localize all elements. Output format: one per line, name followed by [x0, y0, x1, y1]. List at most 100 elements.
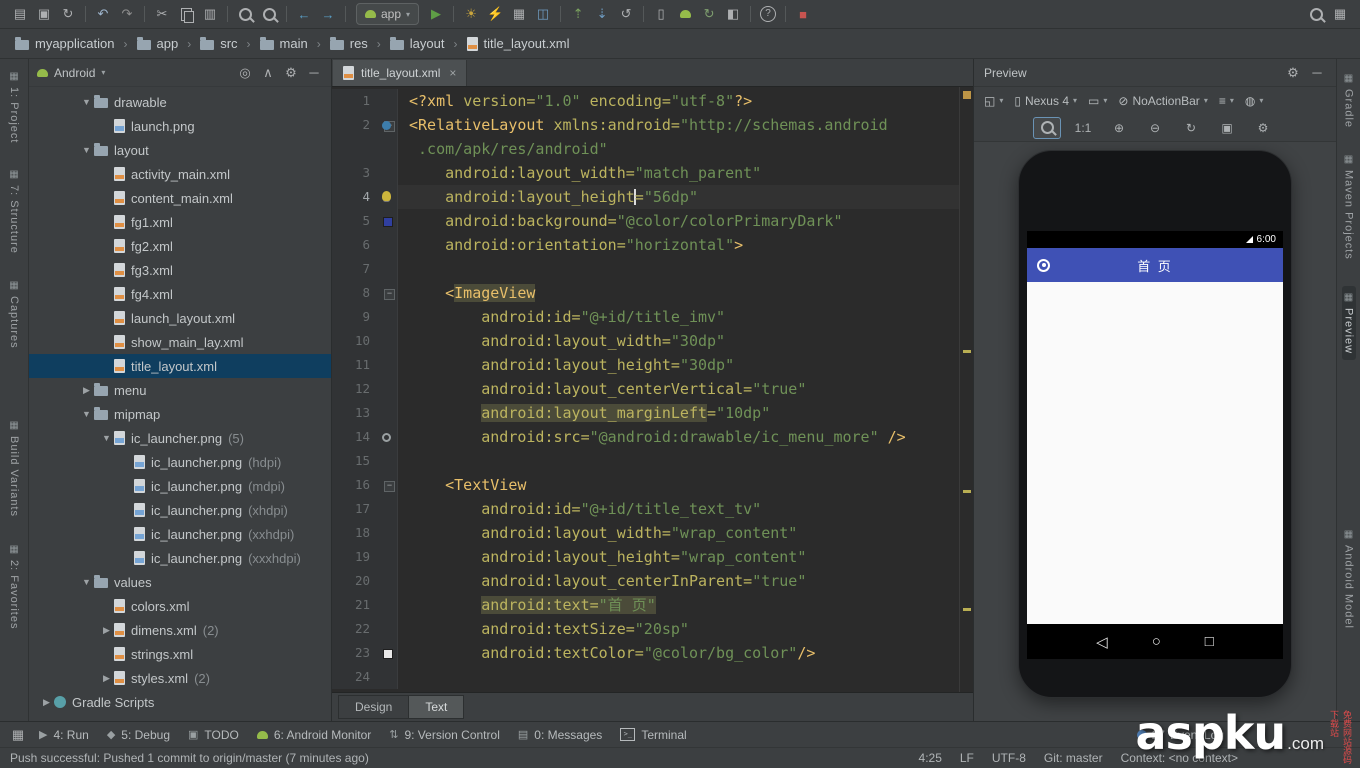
tree-item-activity-main-xml[interactable]: activity_main.xml: [29, 162, 331, 186]
caret-position[interactable]: 4:25: [919, 751, 942, 765]
code-line[interactable]: 23 android:textColor="@color/bg_color"/>: [332, 641, 960, 665]
code-line[interactable]: 13 android:layout_marginLeft="10dp": [332, 401, 960, 425]
code-line[interactable]: 20 android:layout_centerInParent="true": [332, 569, 960, 593]
close-icon[interactable]: ×: [449, 66, 456, 80]
tree-toggle-icon[interactable]: ▼: [79, 577, 94, 587]
context-indicator[interactable]: Context: <no context>: [1121, 751, 1238, 765]
toolwindow-debug-button[interactable]: ◆ 5: Debug: [98, 722, 179, 747]
toolwindow-terminal-button[interactable]: >_ Terminal: [611, 722, 695, 747]
tree-item-strings-xml[interactable]: strings.xml: [29, 642, 331, 666]
tree-toggle-icon[interactable]: ▶: [99, 625, 114, 636]
code-line[interactable]: .com/apk/res/android": [332, 137, 960, 161]
tab-design[interactable]: Design: [338, 695, 410, 719]
save-all-icon[interactable]: ▣: [32, 3, 56, 25]
breadcrumb-item[interactable]: src: [195, 34, 242, 53]
copy-icon[interactable]: [174, 3, 198, 25]
tree-item-layout[interactable]: ▼ layout: [29, 138, 331, 162]
code-line[interactable]: 10 android:layout_width="30dp": [332, 329, 960, 353]
project-view-selector[interactable]: Android: [54, 66, 95, 80]
toolwindow-gradle[interactable]: ▦ Gradle: [1343, 73, 1355, 128]
device-chooser[interactable]: ▯ Nexus 4 ▾: [1010, 92, 1081, 110]
attach-debugger-icon[interactable]: ⚡: [483, 3, 507, 25]
tree-item-title-layout-xml[interactable]: title_layout.xml: [29, 354, 331, 378]
event-log-widget[interactable]: 27 Event Log: [1136, 728, 1354, 742]
code-line[interactable]: 12 android:layout_centerVertical="true": [332, 377, 960, 401]
recents-nav-icon[interactable]: □: [1205, 633, 1214, 650]
code-line[interactable]: 16− <TextView: [332, 473, 960, 497]
cut-icon[interactable]: ✂: [150, 3, 174, 25]
tree-item-styles-xml[interactable]: ▶ styles.xml (2): [29, 666, 331, 690]
run-icon[interactable]: ▶: [424, 3, 448, 25]
paste-icon[interactable]: ▥: [198, 3, 222, 25]
toolwindow-layout-icon[interactable]: ▦: [1328, 3, 1352, 25]
tree-item-launch-png[interactable]: launch.png: [29, 114, 331, 138]
tree-toggle-icon[interactable]: ▼: [79, 97, 94, 107]
toolwindow-favorites[interactable]: ▦ 2: Favorites: [8, 544, 20, 629]
code-line[interactable]: 17 android:id="@+id/title_text_tv": [332, 497, 960, 521]
file-encoding[interactable]: UTF-8: [992, 751, 1026, 765]
warning-mark[interactable]: [963, 490, 971, 493]
scroll-to-source-icon[interactable]: ◎: [236, 62, 254, 84]
vcs-commit-icon[interactable]: ⇡: [566, 3, 590, 25]
collapse-all-icon[interactable]: ∧: [259, 62, 277, 84]
code-line[interactable]: 6 android:orientation="horizontal">: [332, 233, 960, 257]
search-everywhere-icon[interactable]: [1304, 3, 1328, 25]
undo-icon[interactable]: ↶: [91, 3, 115, 25]
tree-item-menu[interactable]: ▶ menu: [29, 378, 331, 402]
screenshot-icon[interactable]: ▣: [1213, 117, 1241, 139]
editor-tab[interactable]: title_layout.xml ×: [333, 60, 468, 86]
tree-item-ic-launcher-png[interactable]: ic_launcher.png (mdpi): [29, 474, 331, 498]
tree-item-launch-layout-xml[interactable]: launch_layout.xml: [29, 306, 331, 330]
code-line[interactable]: 21 android:text="首 页": [332, 593, 960, 617]
profile-icon[interactable]: ☀: [459, 3, 483, 25]
tree-item-ic-launcher-png[interactable]: ic_launcher.png (xxhdpi): [29, 522, 331, 546]
dock-mode-icon[interactable]: ▭ ▾: [1084, 92, 1111, 110]
tree-toggle-icon[interactable]: ▶: [39, 697, 54, 708]
tree-item-ic-launcher-png[interactable]: ic_launcher.png (xhdpi): [29, 498, 331, 522]
theme-chooser[interactable]: ⊘ NoActionBar ▾: [1114, 92, 1211, 110]
code-editor[interactable]: 1 <?xml version="1.0" encoding="utf-8"?> 2…: [332, 87, 973, 692]
home-nav-icon[interactable]: ○: [1152, 633, 1161, 650]
error-stripe[interactable]: [959, 87, 973, 692]
project-structure-icon[interactable]: ■: [791, 3, 815, 25]
toolwindow-maven[interactable]: ▦ Maven Projects: [1343, 154, 1355, 260]
tree-item-fg4-xml[interactable]: fg4.xml: [29, 282, 331, 306]
monitor-icon[interactable]: ◫: [531, 3, 555, 25]
git-branch[interactable]: Git: master: [1044, 751, 1103, 765]
warning-mark[interactable]: [963, 608, 971, 611]
tree-toggle-icon[interactable]: ▼: [99, 433, 114, 443]
vcs-revert-icon[interactable]: ↺: [614, 3, 638, 25]
code-line[interactable]: 1 <?xml version="1.0" encoding="utf-8"?>: [332, 89, 960, 113]
toolwindow-anchor-icon[interactable]: ▦: [6, 724, 30, 746]
zoom-fit-icon[interactable]: [1033, 116, 1061, 139]
tree-item-show-main-lay-xml[interactable]: show_main_lay.xml: [29, 330, 331, 354]
code-line[interactable]: 4 android:layout_height="56dp": [332, 185, 960, 209]
tree-item-drawable[interactable]: ▼ drawable: [29, 90, 331, 114]
tree-item-ic-launcher-png[interactable]: ic_launcher.png (hdpi): [29, 450, 331, 474]
breadcrumb-item[interactable]: app: [132, 34, 184, 53]
redo-icon[interactable]: ↷: [115, 3, 139, 25]
tree-item-fg3-xml[interactable]: fg3.xml: [29, 258, 331, 282]
code-line[interactable]: 19 android:layout_height="wrap_content": [332, 545, 960, 569]
drawable-preview-icon[interactable]: [382, 433, 391, 442]
render-settings-icon[interactable]: ⚙: [1249, 117, 1277, 139]
tree-item-content-main-xml[interactable]: content_main.xml: [29, 186, 331, 210]
toolwindow-structure[interactable]: ▦ 7: Structure: [8, 169, 20, 254]
code-line[interactable]: 9 android:id="@+id/title_imv": [332, 305, 960, 329]
tree-item-dimens-xml[interactable]: ▶ dimens.xml (2): [29, 618, 331, 642]
zoom-reset-icon[interactable]: 1:1: [1069, 117, 1097, 139]
line-separator[interactable]: LF: [960, 751, 974, 765]
fold-icon[interactable]: −: [384, 289, 395, 300]
find-icon[interactable]: [233, 3, 257, 25]
code-area[interactable]: 1 <?xml version="1.0" encoding="utf-8"?> 2…: [332, 87, 960, 692]
code-line[interactable]: 24: [332, 665, 960, 689]
tree-toggle-icon[interactable]: ▶: [99, 673, 114, 684]
color-swatch-icon[interactable]: [383, 649, 393, 659]
code-line[interactable]: 22 android:textSize="20sp": [332, 617, 960, 641]
zoom-in-icon[interactable]: ⊕: [1105, 117, 1133, 139]
toolwindow-android-monitor-button[interactable]: 6: Android Monitor: [248, 722, 380, 747]
coverage-icon[interactable]: ▦: [507, 3, 531, 25]
gradle-sync-icon[interactable]: ↻: [697, 3, 721, 25]
warning-mark[interactable]: [963, 350, 971, 353]
code-line[interactable]: 11 android:layout_height="30dp": [332, 353, 960, 377]
